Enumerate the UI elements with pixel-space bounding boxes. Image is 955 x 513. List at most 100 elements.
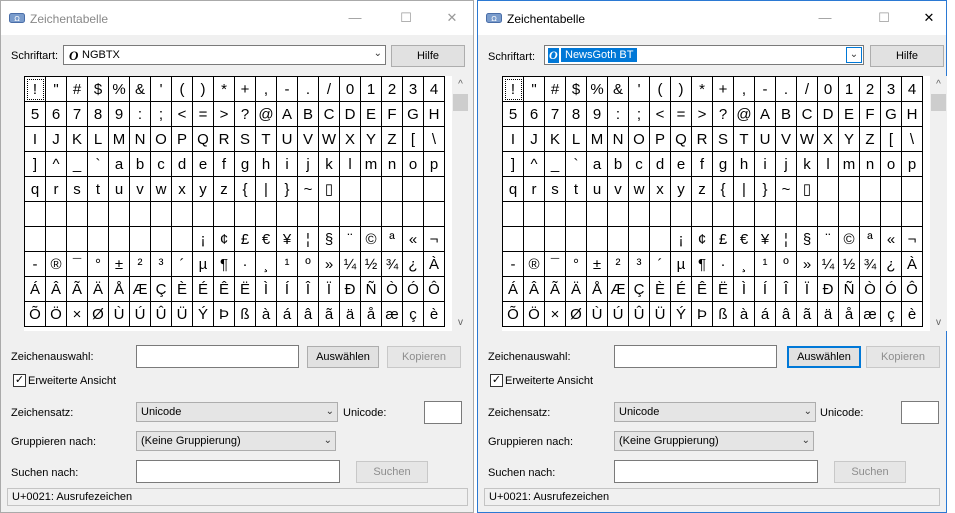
char-cell[interactable] <box>859 201 881 227</box>
char-cell[interactable]: 7 <box>66 101 88 127</box>
char-cell[interactable] <box>24 201 46 227</box>
char-cell[interactable]: ¬ <box>901 226 923 252</box>
scroll-down-icon[interactable]: v <box>452 317 469 328</box>
char-cell[interactable]: À <box>901 251 923 277</box>
char-cell[interactable]: µ <box>670 251 692 277</box>
char-cell[interactable]: ¦ <box>297 226 319 252</box>
char-cell[interactable]: T <box>255 126 277 152</box>
char-cell[interactable]: ¸ <box>255 251 277 277</box>
char-cell[interactable]: ¥ <box>754 226 776 252</box>
char-cell[interactable]: Ð <box>817 276 839 302</box>
char-cell[interactable]: A <box>276 101 298 127</box>
char-cell[interactable]: k <box>796 151 818 177</box>
chars-to-copy-input[interactable] <box>614 345 777 368</box>
char-cell[interactable]: 6 <box>45 101 67 127</box>
close-icon[interactable]: ✕ <box>441 7 463 29</box>
char-cell[interactable]: + <box>712 76 734 102</box>
char-cell[interactable]: n <box>859 151 881 177</box>
char-cell[interactable]: ] <box>502 151 524 177</box>
char-cell[interactable] <box>171 226 193 252</box>
char-cell[interactable]: á <box>276 301 298 327</box>
char-cell[interactable]: r <box>45 176 67 202</box>
char-cell[interactable]: Ð <box>339 276 361 302</box>
char-cell[interactable]: ` <box>565 151 587 177</box>
char-cell[interactable] <box>586 226 608 252</box>
char-cell[interactable]: J <box>523 126 545 152</box>
char-cell[interactable]: g <box>234 151 256 177</box>
char-cell[interactable]: ¯ <box>66 251 88 277</box>
char-cell[interactable]: ± <box>108 251 130 277</box>
char-cell[interactable] <box>859 176 881 202</box>
char-cell[interactable]: ¿ <box>880 251 902 277</box>
char-cell[interactable]: ¨ <box>339 226 361 252</box>
char-cell[interactable]: b <box>129 151 151 177</box>
char-cell[interactable]: _ <box>544 151 566 177</box>
char-cell[interactable]: ¢ <box>691 226 713 252</box>
char-cell[interactable]: Á <box>502 276 524 302</box>
char-cell[interactable]: Ç <box>628 276 650 302</box>
char-cell[interactable]: Ä <box>565 276 587 302</box>
select-button[interactable]: Auswählen <box>307 346 379 368</box>
char-cell[interactable]: ½ <box>838 251 860 277</box>
char-cell[interactable]: ! <box>24 76 46 102</box>
char-cell[interactable]: l <box>817 151 839 177</box>
char-cell[interactable]: L <box>87 126 109 152</box>
char-cell[interactable]: 0 <box>339 76 361 102</box>
char-cell[interactable] <box>838 201 860 227</box>
char-cell[interactable]: ¢ <box>213 226 235 252</box>
char-cell[interactable]: j <box>297 151 319 177</box>
char-cell[interactable]: w <box>628 176 650 202</box>
char-cell[interactable]: [ <box>880 126 902 152</box>
char-cell[interactable]: Ù <box>586 301 608 327</box>
char-cell[interactable]: I <box>24 126 46 152</box>
char-cell[interactable]: Ì <box>255 276 277 302</box>
char-cell[interactable] <box>45 201 67 227</box>
char-cell[interactable]: K <box>544 126 566 152</box>
search-button[interactable]: Suchen <box>834 461 906 483</box>
char-cell[interactable]: Ø <box>565 301 587 327</box>
char-cell[interactable]: à <box>733 301 755 327</box>
char-cell[interactable] <box>670 201 692 227</box>
advanced-view-checkbox[interactable]: ✓ <box>13 374 26 387</box>
char-cell[interactable]: C <box>318 101 340 127</box>
search-input[interactable] <box>614 460 818 483</box>
char-cell[interactable]: s <box>544 176 566 202</box>
group-by-dropdown[interactable]: (Keine Gruppierung) ⌄ <box>614 431 814 451</box>
char-cell[interactable]: º <box>297 251 319 277</box>
char-cell[interactable]: ] <box>24 151 46 177</box>
help-button[interactable]: Hilfe <box>391 45 465 67</box>
char-cell[interactable]: ( <box>171 76 193 102</box>
char-cell[interactable] <box>423 201 445 227</box>
char-cell[interactable]: © <box>360 226 382 252</box>
char-cell[interactable]: £ <box>712 226 734 252</box>
char-cell[interactable]: Ñ <box>360 276 382 302</box>
char-cell[interactable]: [ <box>402 126 424 152</box>
char-cell[interactable]: ß <box>712 301 734 327</box>
char-cell[interactable]: Y <box>838 126 860 152</box>
char-cell[interactable]: U <box>276 126 298 152</box>
char-cell[interactable]: 8 <box>87 101 109 127</box>
char-cell[interactable]: h <box>255 151 277 177</box>
char-cell[interactable]: = <box>670 101 692 127</box>
char-cell[interactable]: $ <box>565 76 587 102</box>
char-cell[interactable] <box>838 176 860 202</box>
char-cell[interactable]: Â <box>523 276 545 302</box>
char-cell[interactable]: W <box>796 126 818 152</box>
title-bar[interactable]: Ω Zeichentabelle — ☐ ✕ <box>478 1 946 35</box>
char-cell[interactable]: G <box>402 101 424 127</box>
char-cell[interactable]: j <box>775 151 797 177</box>
char-cell[interactable]: 1 <box>838 76 860 102</box>
char-cell[interactable]: - <box>24 251 46 277</box>
char-cell[interactable]: Ý <box>192 301 214 327</box>
char-cell[interactable] <box>108 201 130 227</box>
char-cell[interactable]: P <box>171 126 193 152</box>
char-cell[interactable]: Á <box>24 276 46 302</box>
char-cell[interactable] <box>45 226 67 252</box>
char-cell[interactable]: m <box>838 151 860 177</box>
char-cell[interactable]: * <box>691 76 713 102</box>
char-cell[interactable]: e <box>192 151 214 177</box>
char-cell[interactable]: X <box>339 126 361 152</box>
char-cell[interactable]: ª <box>859 226 881 252</box>
char-cell[interactable]: : <box>607 101 629 127</box>
minimize-icon[interactable]: — <box>814 7 836 29</box>
